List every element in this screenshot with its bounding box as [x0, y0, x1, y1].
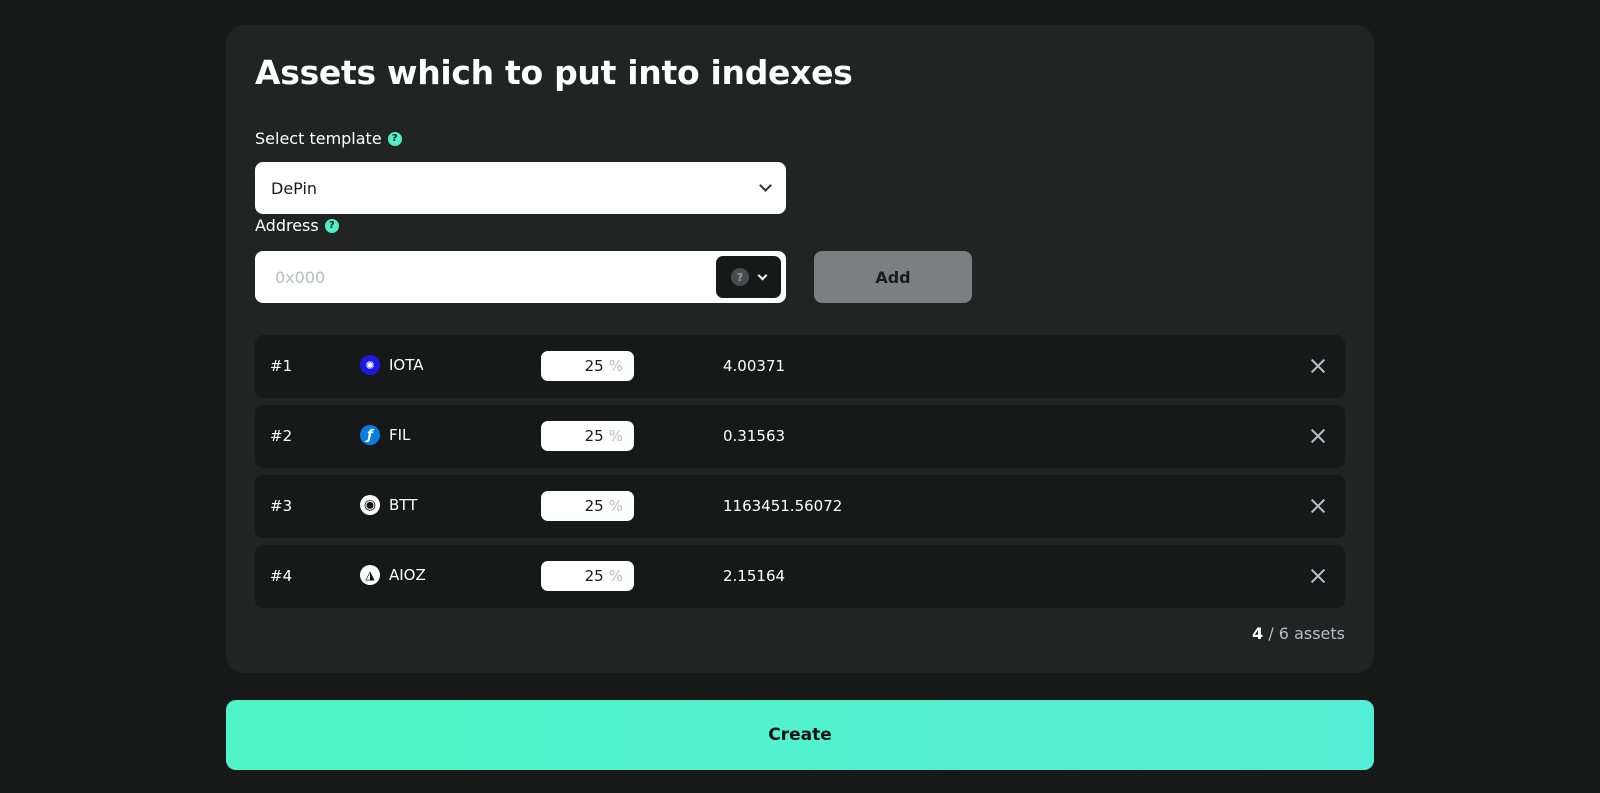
- close-icon[interactable]: [1309, 497, 1327, 515]
- template-label-text: Select template: [255, 129, 382, 148]
- asset-coin: ◉ BTT: [360, 495, 417, 515]
- page-title: Assets which to put into indexes: [255, 53, 853, 92]
- template-select[interactable]: DePin: [255, 162, 786, 214]
- filecoin-icon: ƒ: [360, 425, 380, 445]
- asset-amount: 1163451.56072: [723, 497, 843, 515]
- asset-row: #2 ƒ FIL 25 % 0.31563: [255, 405, 1345, 468]
- asset-count-current: 4: [1252, 624, 1264, 643]
- asset-row: #4 ◮ AIOZ 25 % 2.15164: [255, 545, 1345, 608]
- address-field: ?: [255, 251, 786, 303]
- address-help-icon[interactable]: ?: [324, 218, 339, 233]
- iota-icon: ✺: [360, 355, 380, 375]
- template-selected-value: DePin: [271, 178, 318, 198]
- asset-index: #4: [270, 567, 293, 585]
- asset-percent-unit: %: [608, 497, 623, 515]
- unknown-token-icon: ?: [731, 268, 749, 286]
- asset-index: #2: [270, 427, 293, 445]
- asset-percent-value: 25: [584, 567, 604, 585]
- address-input[interactable]: [275, 267, 716, 287]
- asset-amount: 2.15164: [723, 567, 786, 585]
- address-label-text: Address: [255, 216, 319, 235]
- template-help-icon[interactable]: ?: [387, 131, 402, 146]
- asset-percent-value: 25: [584, 427, 604, 445]
- asset-percent-unit: %: [608, 427, 623, 445]
- asset-percent-unit: %: [608, 567, 623, 585]
- address-label: Address ?: [255, 216, 339, 235]
- asset-percent-value: 25: [584, 497, 604, 515]
- aioz-icon: ◮: [360, 565, 380, 585]
- asset-count: 4 / 6 assets: [1252, 624, 1345, 643]
- close-icon[interactable]: [1309, 357, 1327, 375]
- bittorrent-icon: ◉: [360, 495, 380, 515]
- asset-amount: 4.00371: [723, 357, 786, 375]
- chevron-down-icon: [757, 270, 768, 280]
- asset-list: #1 ✺ IOTA 25 % 4.00371 #2 ƒ FIL 25 % 0.3…: [255, 335, 1345, 615]
- asset-percent-input[interactable]: 25 %: [541, 421, 634, 451]
- asset-symbol: IOTA: [389, 356, 424, 374]
- assets-panel: Assets which to put into indexes Select …: [226, 25, 1374, 673]
- asset-coin: ƒ FIL: [360, 425, 410, 445]
- token-picker-button[interactable]: ?: [716, 256, 781, 298]
- asset-percent-input[interactable]: 25 %: [541, 351, 634, 381]
- asset-coin: ✺ IOTA: [360, 355, 424, 375]
- asset-symbol: BTT: [389, 496, 418, 514]
- add-button[interactable]: Add: [814, 251, 972, 303]
- asset-count-separator: /: [1263, 624, 1279, 643]
- asset-index: #3: [270, 497, 293, 515]
- asset-percent-input[interactable]: 25 %: [541, 561, 634, 591]
- asset-row: #1 ✺ IOTA 25 % 4.00371: [255, 335, 1345, 398]
- asset-symbol: AIOZ: [389, 566, 426, 584]
- close-icon[interactable]: [1309, 567, 1327, 585]
- chevron-down-icon: [759, 179, 772, 192]
- asset-row: #3 ◉ BTT 25 % 1163451.56072: [255, 475, 1345, 538]
- close-icon[interactable]: [1309, 427, 1327, 445]
- asset-percent-input[interactable]: 25 %: [541, 491, 634, 521]
- asset-count-total: 6 assets: [1278, 624, 1345, 643]
- create-button[interactable]: Create: [226, 700, 1374, 770]
- asset-coin: ◮ AIOZ: [360, 565, 426, 585]
- template-label: Select template ?: [255, 129, 402, 148]
- asset-amount: 0.31563: [723, 427, 786, 445]
- asset-percent-value: 25: [584, 357, 604, 375]
- asset-percent-unit: %: [608, 357, 623, 375]
- asset-symbol: FIL: [389, 426, 411, 444]
- asset-index: #1: [270, 357, 293, 375]
